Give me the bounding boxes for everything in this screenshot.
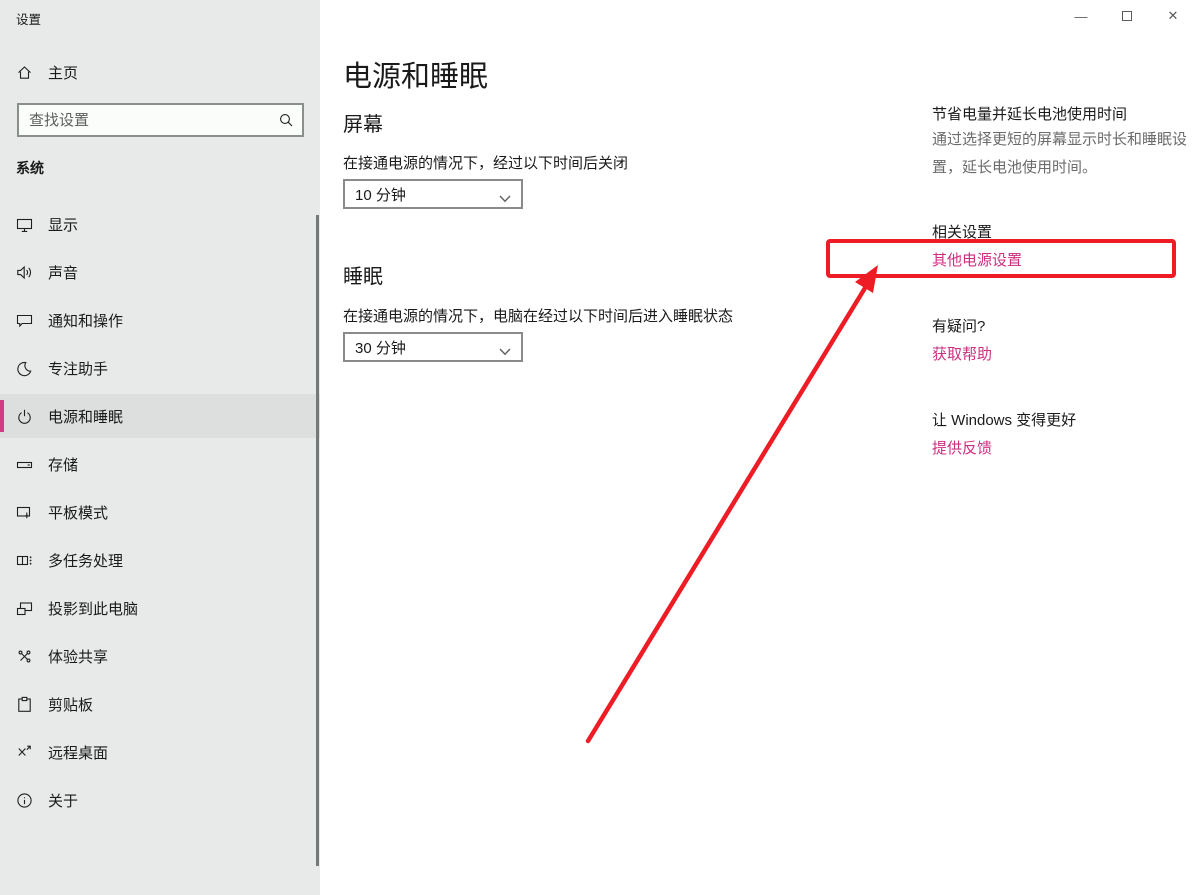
sleep-timeout-value: 30 分钟 [355,337,499,358]
give-feedback-link[interactable]: 提供反馈 [932,437,992,458]
sidebar-item-projecting[interactable]: 投影到此电脑 [0,586,320,630]
sound-icon [16,264,33,281]
clipboard-icon [16,696,33,713]
sidebar-item-label: 剪贴板 [48,694,93,715]
battery-tip-line: 置，延长电池使用时间。 [932,154,1192,182]
notifications-icon [16,312,33,329]
sidebar-item-multitasking[interactable]: 多任务处理 [0,538,320,582]
feedback-heading: 让 Windows 变得更好 [932,409,1192,430]
sidebar-item-shared-experiences[interactable]: 体验共享 [0,634,320,678]
search-input[interactable] [19,112,278,129]
sidebar-item-label: 体验共享 [48,646,108,667]
sidebar-item-notifications[interactable]: 通知和操作 [0,298,320,342]
battery-tip-line: 通过选择更短的屏幕显示时长和睡眠设 [932,126,1192,154]
sidebar-item-about[interactable]: 关于 [0,778,320,822]
sidebar-item-label: 主页 [48,62,78,83]
sidebar-nav: 显示 声音 通知和操作 专注助手 电源和睡眠 [0,202,320,826]
sidebar-item-label: 多任务处理 [48,550,123,571]
screen-timeout-dropdown[interactable]: 10 分钟 [343,179,523,209]
sidebar-scrollbar[interactable] [316,215,319,866]
help-heading: 有疑问? [932,315,1192,336]
sidebar-item-label: 平板模式 [48,502,108,523]
shared-experiences-icon [16,648,33,665]
multitasking-icon [16,552,33,569]
sidebar-item-label: 声音 [48,262,78,283]
screen-timeout-value: 10 分钟 [355,184,499,205]
sidebar-item-storage[interactable]: 存储 [0,442,320,486]
app-title: 设置 [16,9,41,28]
power-icon [16,408,33,425]
sidebar-item-label: 关于 [48,790,78,811]
home-icon [16,64,33,81]
minimize-button[interactable]: — [1058,0,1104,32]
additional-power-settings-link[interactable]: 其他电源设置 [932,249,1022,270]
related-settings-heading: 相关设置 [932,221,1192,242]
close-button[interactable]: ✕ [1150,0,1196,32]
tablet-mode-icon [16,504,33,521]
sidebar-item-sound[interactable]: 声音 [0,250,320,294]
sidebar-item-label: 显示 [48,214,78,235]
sleep-section-heading: 睡眠 [343,260,383,289]
storage-icon [16,456,33,473]
sidebar-section-system: 系统 [16,158,44,178]
sidebar-item-focus-assist[interactable]: 专注助手 [0,346,320,390]
display-icon [16,216,33,233]
settings-window: { "window": { "app_title": "设置", "contro… [0,0,1196,895]
search-icon[interactable] [278,112,294,128]
screen-section-description: 在接通电源的情况下，经过以下时间后关闭 [343,152,628,173]
chevron-down-icon [499,190,511,198]
window-controls: — ✕ [1058,0,1196,32]
sleep-section-description: 在接通电源的情况下，电脑在经过以下时间后进入睡眠状态 [343,305,733,326]
sidebar-item-label: 远程桌面 [48,742,108,763]
sleep-timeout-dropdown[interactable]: 30 分钟 [343,332,523,362]
selected-accent-bar [0,400,4,432]
sidebar-item-label: 存储 [48,454,78,475]
maximize-button[interactable] [1104,0,1150,32]
sidebar-item-home[interactable]: 主页 [16,61,78,83]
sidebar-item-label: 专注助手 [48,358,108,379]
sidebar-item-display[interactable]: 显示 [0,202,320,246]
get-help-link[interactable]: 获取帮助 [932,343,992,364]
sidebar-item-power-sleep[interactable]: 电源和睡眠 [0,394,320,438]
remote-desktop-icon [16,744,33,761]
focus-assist-icon [16,360,33,377]
screen-section-heading: 屏幕 [343,108,383,137]
sidebar: 设置 主页 系统 显示 声音 通知和操作 [0,0,320,895]
sidebar-item-label: 通知和操作 [48,310,123,331]
search-box[interactable] [17,103,304,137]
page-title: 电源和睡眠 [343,53,488,95]
sidebar-item-remote-desktop[interactable]: 远程桌面 [0,730,320,774]
sidebar-item-label: 投影到此电脑 [48,598,138,619]
battery-tip-heading: 节省电量并延长电池使用时间 [932,103,1192,124]
sidebar-item-clipboard[interactable]: 剪贴板 [0,682,320,726]
minimize-icon: — [1075,9,1088,24]
close-icon: ✕ [1168,8,1179,24]
sidebar-item-tablet-mode[interactable]: 平板模式 [0,490,320,534]
sidebar-item-label: 电源和睡眠 [48,406,123,427]
project-icon [16,600,33,617]
chevron-down-icon [499,343,511,351]
about-icon [16,792,33,809]
battery-tip-body: 通过选择更短的屏幕显示时长和睡眠设 置，延长电池使用时间。 [932,126,1192,182]
maximize-icon [1122,11,1132,21]
